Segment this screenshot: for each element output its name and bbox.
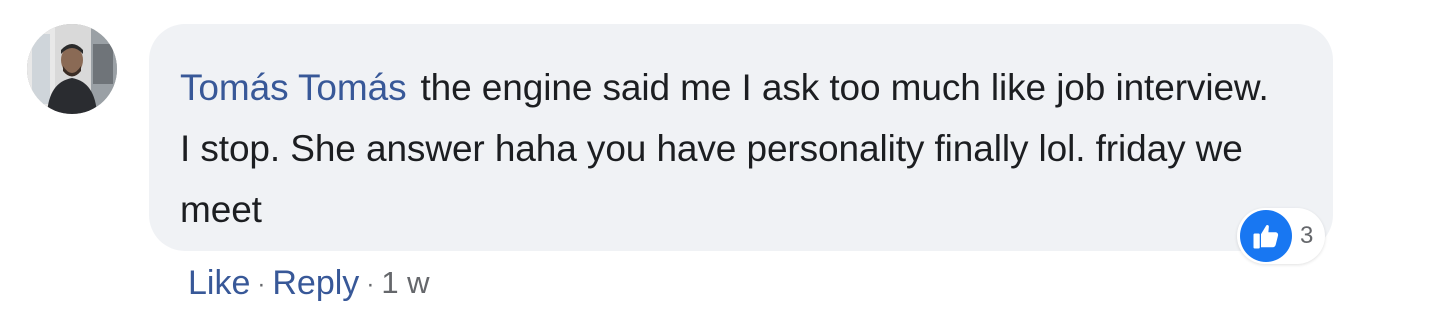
thumbs-up-icon [1240, 210, 1292, 262]
reaction-count: 3 [1300, 222, 1314, 249]
reaction-summary[interactable]: 3 [1237, 208, 1326, 264]
comment-body: Tomás Tomás the engine said me I ask too … [180, 57, 1273, 240]
comment-actions: Like · Reply · 1 w [188, 258, 430, 308]
comment-author-link[interactable]: Tomás Tomás [180, 67, 407, 108]
separator-dot: · [366, 271, 375, 298]
avatar[interactable] [27, 24, 117, 114]
profile-photo-image [27, 24, 117, 114]
reply-button[interactable]: Reply [272, 264, 359, 303]
comment-timestamp[interactable]: 1 w [381, 265, 429, 301]
separator-dot: · [257, 271, 266, 298]
like-button[interactable]: Like [188, 264, 250, 303]
comment-bubble: Tomás Tomás the engine said me I ask too … [149, 24, 1333, 251]
